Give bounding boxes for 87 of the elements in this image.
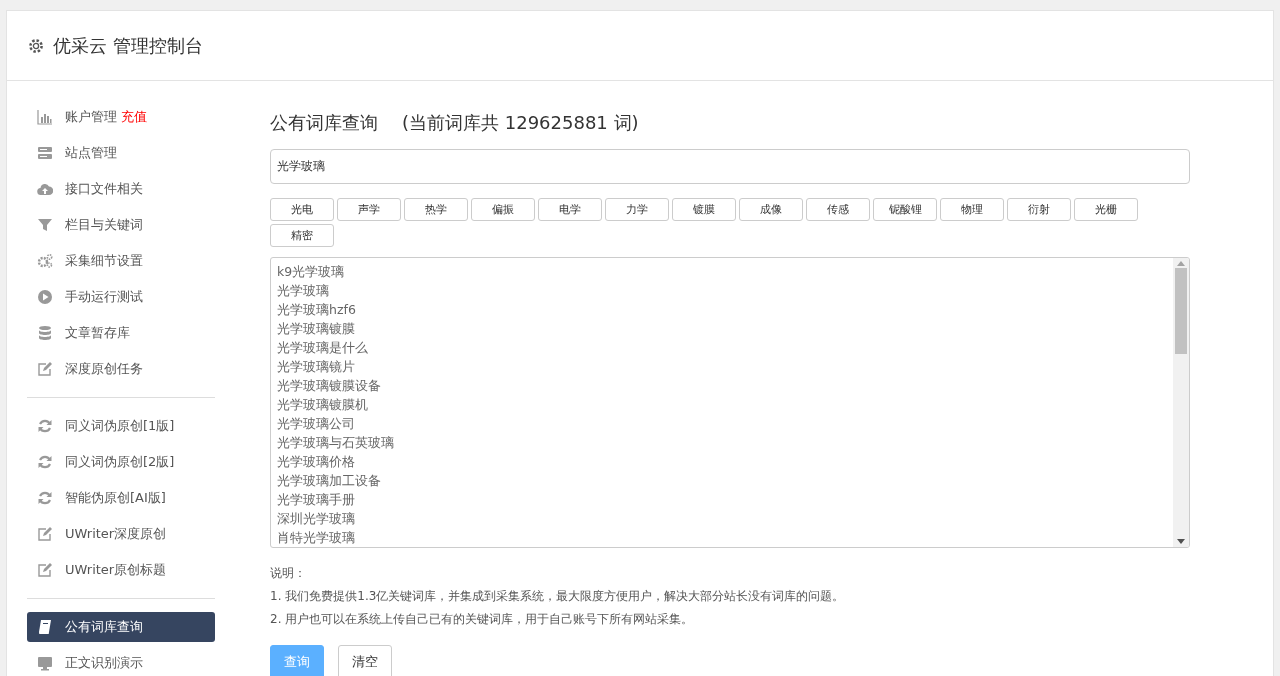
word-count: (当前词库共 129625881 词) — [402, 111, 639, 135]
tag-button[interactable]: 镀膜 — [672, 197, 736, 221]
sidebar-item[interactable]: 同义词伪原创[1版] — [27, 408, 215, 444]
filter-icon — [37, 217, 53, 233]
settings-icon — [27, 36, 45, 55]
sidebar-item[interactable]: 手动运行测试 — [27, 279, 215, 315]
sidebar-label: 同义词伪原创[2版] — [65, 453, 175, 471]
sidebar-item[interactable]: 正文识别演示 — [27, 645, 215, 676]
scrollbar[interactable] — [1173, 257, 1189, 547]
tag-button[interactable]: 成像 — [739, 197, 803, 221]
cloud-upload-icon — [37, 181, 53, 197]
tag-button[interactable]: 物理 — [940, 197, 1004, 221]
server-icon — [37, 145, 53, 161]
page-title: 公有词库查询 — [270, 111, 378, 135]
clear-button[interactable]: 清空 — [338, 645, 392, 676]
result-item: 光学玻璃镀膜机 — [277, 395, 369, 414]
sidebar-item[interactable]: 公有词库查询 — [27, 612, 215, 642]
result-item: 深圳光学玻璃 — [277, 509, 356, 528]
tag-button[interactable]: 光电 — [270, 197, 334, 221]
play-icon — [37, 289, 53, 305]
sidebar-label: 智能伪原创[AI版] — [65, 489, 166, 507]
result-item: k9光学玻璃 — [277, 262, 346, 281]
result-item: 光学玻璃价格 — [277, 452, 356, 471]
edit-icon — [37, 526, 53, 542]
tag-button[interactable]: 声学 — [337, 197, 401, 221]
note-text: 1. 我们免费提供1.3亿关键词库，并集成到采集系统，最大限度方便用户，解决大部分站长没有词库的问题。 — [270, 588, 846, 605]
sidebar-item[interactable]: UWriter深度原创 — [27, 516, 215, 552]
sidebar-item[interactable]: 同义词伪原创[2版] — [27, 444, 215, 480]
tag-button[interactable]: 热学 — [404, 197, 468, 221]
scroll-down-icon[interactable] — [1177, 539, 1185, 544]
result-item: 光学玻璃手册 — [277, 490, 356, 509]
edit-icon — [37, 361, 53, 377]
tag-button[interactable]: 电学 — [538, 197, 602, 221]
bar-chart-icon — [37, 109, 53, 125]
database-icon — [37, 325, 53, 341]
book-icon — [37, 619, 53, 635]
note-text: 2. 用户也可以在系统上传自己已有的关键词库，用于自己账号下所有网站采集。 — [270, 611, 695, 628]
sidebar-label: 同义词伪原创[1版] — [65, 417, 175, 435]
sidebar-label: 手动运行测试 — [65, 288, 143, 306]
monitor-icon — [37, 655, 53, 671]
sidebar-label: UWriter深度原创 — [65, 525, 167, 543]
scrollbar-thumb[interactable] — [1175, 267, 1187, 354]
recharge-link[interactable]: 充值 — [121, 109, 147, 124]
results-list[interactable]: k9光学玻璃 光学玻璃 光学玻璃hzf6 光学玻璃镀膜 光学玻璃是什么 光学玻璃镜片 光学玻璃镀膜设备 光学玻璃镀膜机 光学玻璃公司 光学玻璃与石英玻璃 光学玻璃价格 光学玻璃加工设备 光学玻璃手册 深圳光学玻璃 肖特光学玻璃 — [270, 256, 1190, 548]
sidebar-item[interactable]: 栏目与关键词 — [27, 207, 215, 243]
sidebar-item[interactable]: 采集细节设置 — [27, 243, 215, 279]
tag-button[interactable]: 铌酸锂 — [873, 197, 937, 221]
sidebar-label: 文章暂存库 — [65, 324, 130, 342]
sidebar-item[interactable]: 文章暂存库 — [27, 315, 215, 351]
result-item: 光学玻璃hzf6 — [277, 300, 357, 319]
sidebar-item[interactable]: 站点管理 — [27, 135, 215, 171]
refresh-icon — [37, 454, 53, 470]
result-item: 光学玻璃镀膜 — [277, 319, 356, 338]
tag-button[interactable]: 精密 — [270, 223, 334, 247]
tag-button[interactable]: 光栅 — [1074, 197, 1138, 221]
refresh-icon — [37, 418, 53, 434]
sidebar-label: 正文识别演示 — [65, 654, 143, 672]
result-item: 光学玻璃镀膜设备 — [277, 376, 382, 395]
sidebar-label: 账户管理 充值 — [65, 108, 147, 126]
console-title: 优采云 管理控制台 — [53, 33, 203, 58]
sidebar-item[interactable]: 接口文件相关 — [27, 171, 215, 207]
result-item: 光学玻璃加工设备 — [277, 471, 382, 490]
result-item: 肖特光学玻璃 — [277, 528, 356, 547]
result-item: 光学玻璃镜片 — [277, 357, 356, 376]
tag-button[interactable]: 偏振 — [471, 197, 535, 221]
sidebar-item[interactable]: 深度原创任务 — [27, 351, 215, 387]
tag-button[interactable]: 衍射 — [1007, 197, 1071, 221]
sidebar-item[interactable]: 账户管理 充值 — [27, 99, 215, 135]
sidebar-item[interactable]: UWriter原创标题 — [27, 552, 215, 588]
refresh-icon — [37, 490, 53, 506]
sidebar-label: 栏目与关键词 — [65, 216, 143, 234]
sidebar-label: 接口文件相关 — [65, 180, 143, 198]
sidebar-label: 采集细节设置 — [65, 252, 143, 270]
result-item: 光学玻璃与石英玻璃 — [277, 433, 395, 452]
tag-button[interactable]: 力学 — [605, 197, 669, 221]
sidebar-label: 站点管理 — [65, 144, 117, 162]
sidebar-label: 深度原创任务 — [65, 360, 143, 378]
tag-button[interactable]: 传感 — [806, 197, 870, 221]
notes-heading: 说明： — [270, 565, 307, 582]
result-item: 光学玻璃公司 — [277, 414, 356, 433]
result-item: 光学玻璃是什么 — [277, 338, 369, 357]
search-field[interactable]: 光学玻璃 — [270, 149, 1190, 184]
edit-icon — [37, 562, 53, 578]
sidebar-item[interactable]: 智能伪原创[AI版] — [27, 480, 215, 516]
sidebar-label: UWriter原创标题 — [65, 561, 167, 579]
sidebar-label: 公有词库查询 — [65, 618, 143, 636]
result-item: 光学玻璃 — [277, 281, 330, 300]
